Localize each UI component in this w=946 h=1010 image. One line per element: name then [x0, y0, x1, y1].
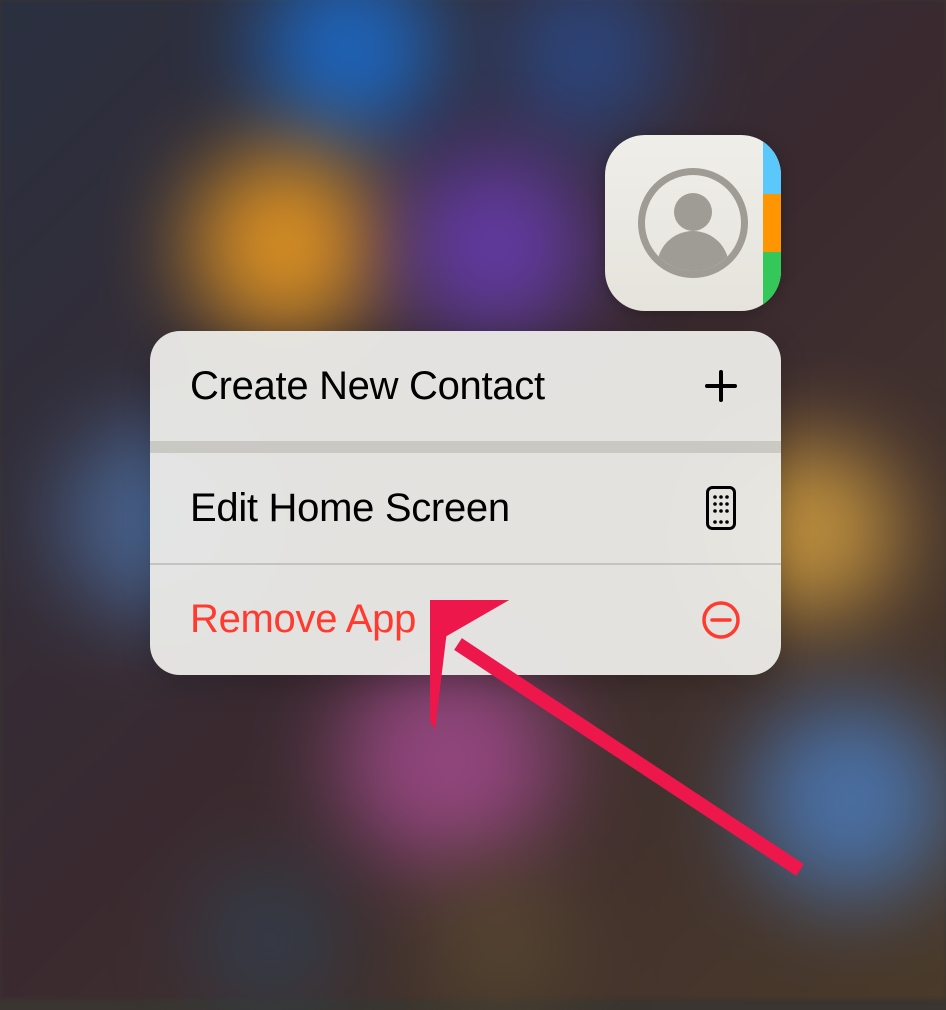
background-blur-blob	[400, 150, 590, 340]
silhouette-head	[674, 193, 712, 231]
app-context-menu: Create New Contact Edit Home Screen	[150, 331, 781, 675]
background-blur-blob	[430, 870, 570, 1010]
contact-silhouette-icon	[638, 168, 748, 278]
contacts-tab-green	[763, 252, 781, 311]
create-new-contact-button[interactable]: Create New Contact	[150, 331, 781, 441]
contacts-tab-blue	[763, 135, 781, 194]
edit-home-screen-button[interactable]: Edit Home Screen	[150, 453, 781, 563]
silhouette-body	[657, 231, 729, 278]
background-blur-blob	[500, 0, 670, 140]
contacts-tab-orange	[763, 194, 781, 253]
background-blur-blob	[340, 650, 560, 870]
background-blur-blob	[200, 870, 340, 1010]
menu-separator-thick	[150, 441, 781, 453]
minus-circle-icon	[701, 600, 741, 640]
contacts-icon-tabs	[763, 135, 781, 311]
phone-grid-icon	[701, 488, 741, 528]
plus-icon	[701, 366, 741, 406]
menu-item-label: Remove App	[190, 597, 416, 642]
background-blur-blob	[190, 150, 380, 340]
background-blur-blob	[750, 700, 946, 900]
menu-item-label: Edit Home Screen	[190, 486, 510, 531]
background-blur-blob	[260, 0, 440, 140]
remove-app-button[interactable]: Remove App	[150, 565, 781, 675]
contacts-app-icon[interactable]	[605, 135, 781, 311]
menu-item-label: Create New Contact	[190, 364, 545, 409]
